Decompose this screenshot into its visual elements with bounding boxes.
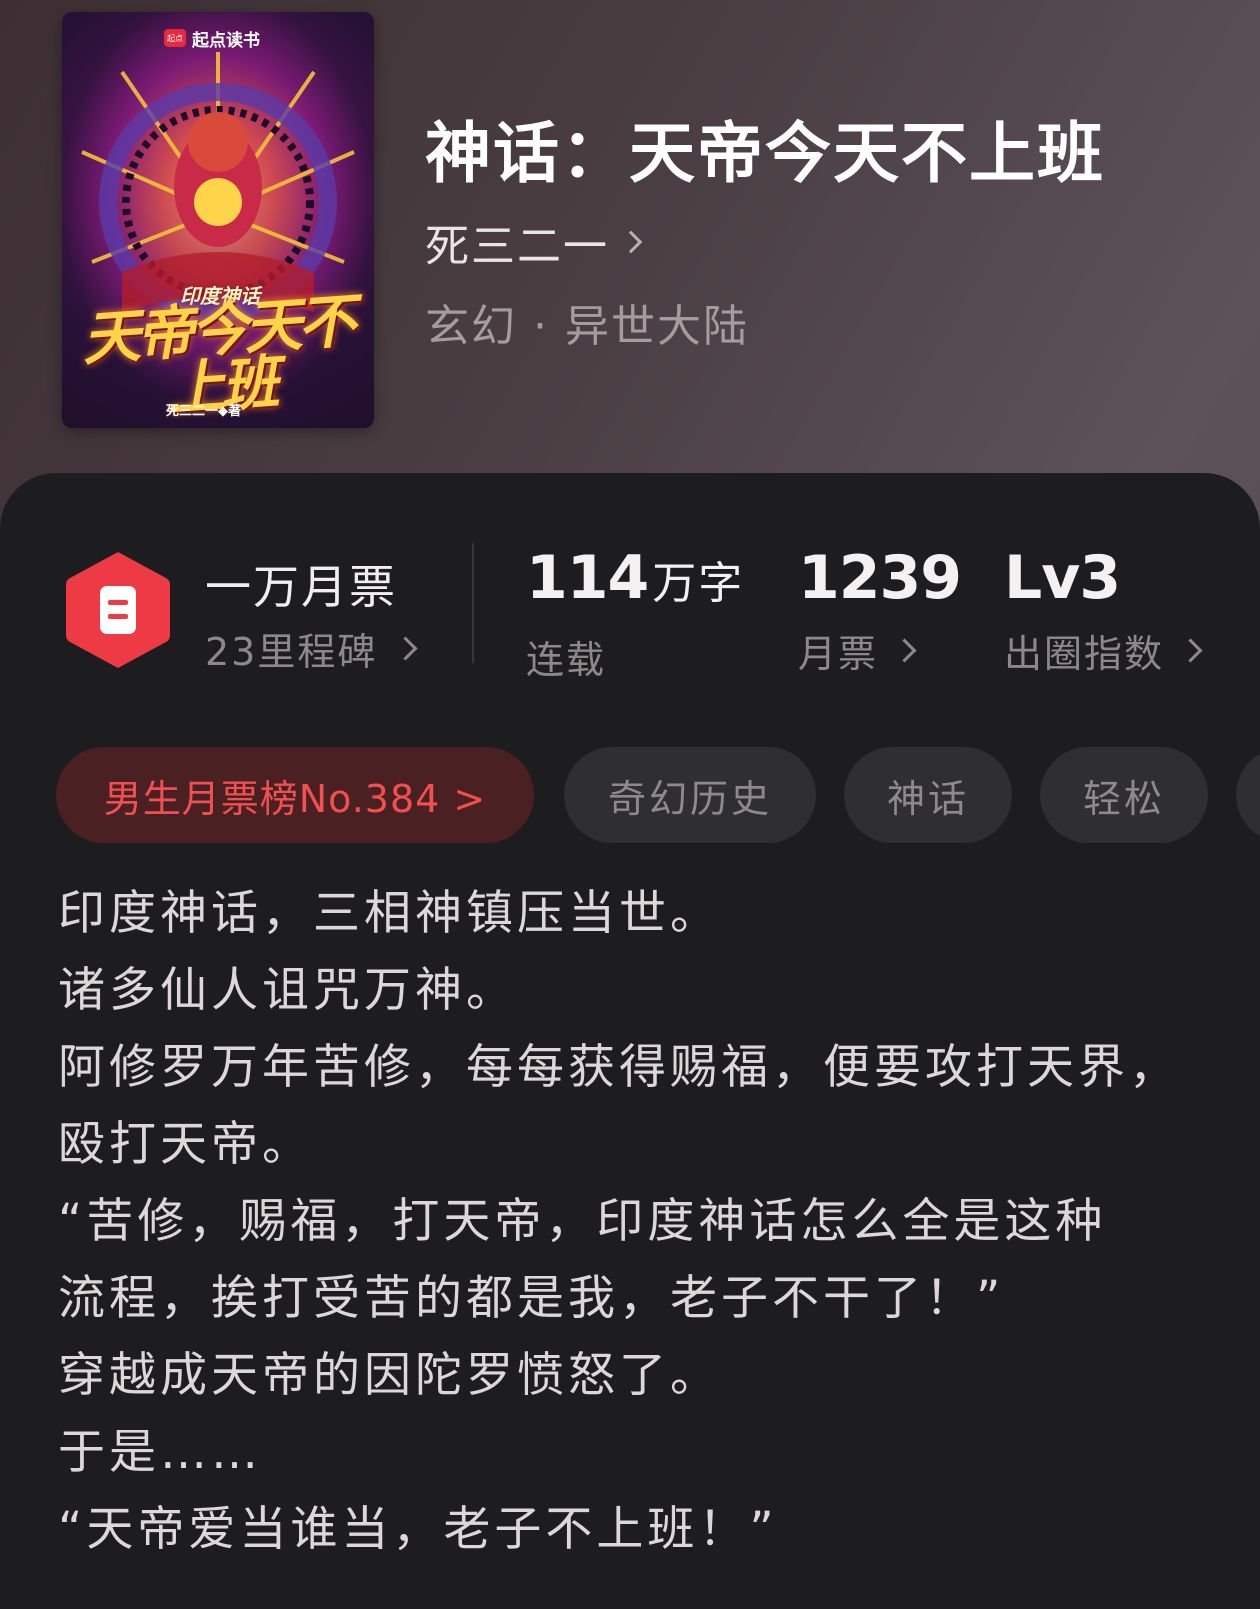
monthly-ticket-stat[interactable]: 1239 月票 <box>798 543 962 678</box>
ticket-hexagon-icon[interactable] <box>62 548 174 672</box>
cover-brand: 起点 起点读书 <box>164 26 260 51</box>
book-title: 神话：天帝今天不上班 <box>425 114 1105 192</box>
monthly-ticket-label: 月票 <box>798 632 879 676</box>
popularity-index-stat[interactable]: Lv3 出圈指数 <box>1004 543 1203 678</box>
popularity-level-value: Lv3 <box>1004 543 1121 613</box>
synopsis-line: “苦修，赐福，打天帝，印度神话怎么全是这种 <box>58 1194 1107 1249</box>
popularity-index-label: 出圈指数 <box>1004 632 1165 676</box>
synopsis-line: 印度神话，三相神镇压当世。 <box>58 886 721 941</box>
synopsis-line: 流程，挨打受苦的都是我，老子不干了！” <box>58 1271 1005 1326</box>
cover-author-credit: 死三二一◆著 <box>166 404 241 419</box>
chevron-right-icon <box>1178 638 1203 663</box>
tag-chip-overflow[interactable] <box>1236 747 1260 843</box>
milestone-count: 23里程碑 <box>205 630 378 674</box>
synopsis-line: 殴打天帝。 <box>58 1117 313 1172</box>
chevron-right-icon <box>393 636 418 661</box>
brand-text: 起点读书 <box>192 30 260 51</box>
author-name: 死三二一 <box>425 221 609 272</box>
book-detail-page: 起点 起点读书 印度神话 天帝今天不上班 死三二一◆著 神话：天帝今天不上班 死… <box>0 0 1260 1609</box>
synopsis-line: 于是…… <box>58 1425 262 1480</box>
synopsis-line: 诸多仙人诅咒万神。 <box>58 963 517 1018</box>
chevron-right-icon <box>619 230 643 254</box>
book-cover-image[interactable]: 起点 起点读书 印度神话 天帝今天不上班 死三二一◆著 <box>62 12 374 428</box>
tag-list: 男生月票榜No.384 > 奇幻历史 神话 轻松 <box>56 747 1260 843</box>
word-count-unit: 万字 <box>652 558 745 609</box>
book-synopsis: 印度神话，三相神镇压当世。 诸多仙人诅咒万神。 阿修罗万年苦修，每每获得赐福，便… <box>58 875 1238 1568</box>
book-info-card: 一万月票 23里程碑 114万字 连载 1239 月票 Lv3 出圈指数 男生月 <box>0 473 1260 1609</box>
genre-label: 玄幻 · 异世大陆 <box>425 301 749 352</box>
synopsis-line: 阿修罗万年苦修，每每获得赐福，便要攻打天界， <box>58 1040 1180 1095</box>
serial-status-label: 连载 <box>526 638 607 682</box>
author-link[interactable]: 死三二一 <box>425 210 643 274</box>
stats-divider <box>472 543 474 663</box>
tag-chip[interactable]: 轻松 <box>1040 747 1208 843</box>
word-count-value: 114 <box>526 543 649 613</box>
tag-chip[interactable]: 奇幻历史 <box>564 747 816 843</box>
brand-badge: 起点 <box>164 29 186 47</box>
tag-chip[interactable]: 神话 <box>844 747 1012 843</box>
chevron-right-icon <box>892 638 917 663</box>
synopsis-line: “天帝爱当谁当，老子不上班！” <box>58 1502 778 1557</box>
word-count-stat: 114万字 连载 <box>526 543 744 684</box>
rank-tag[interactable]: 男生月票榜No.384 > <box>56 747 534 843</box>
synopsis-line: 穿越成天帝的因陀罗愤怒了。 <box>58 1348 721 1403</box>
ticket-milestone-title[interactable]: 一万月票 <box>205 551 397 617</box>
monthly-ticket-value: 1239 <box>798 543 962 613</box>
milestone-link[interactable]: 23里程碑 <box>205 621 418 676</box>
